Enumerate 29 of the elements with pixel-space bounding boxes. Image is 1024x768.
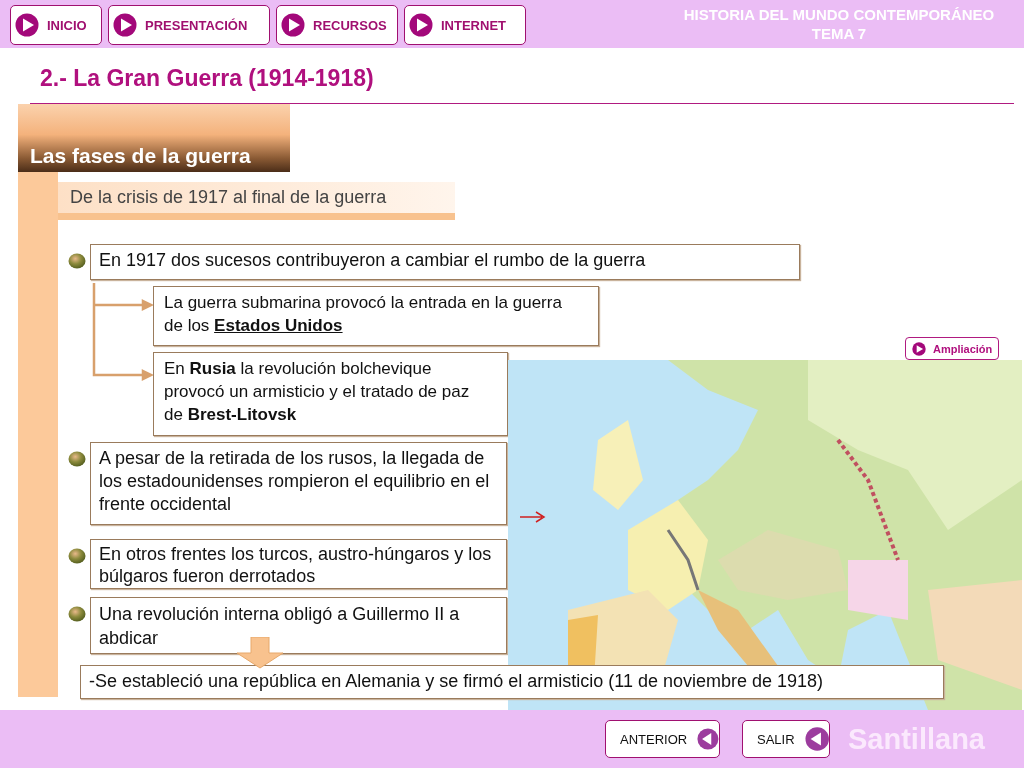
footer-button[interactable]: ANTERIOR	[605, 720, 720, 758]
course-title: HISTORIA DEL MUNDO CONTEMPORÁNEO	[682, 5, 996, 24]
point-text: A pesar de la retirada de los rusos, la llegada de los estadounidenses rompieron el equilibrio en el frente occidental	[90, 442, 507, 525]
play-icon	[281, 13, 305, 37]
subpoint-text: La guerra submarina provocó la entrada en la guerra de los Estados Unidos	[153, 286, 599, 346]
point-text: En otros frentes los turcos, austro-húngaros y los búlgaros fueron derrotados	[90, 539, 507, 589]
play-icon	[113, 13, 137, 37]
subsection-title: De la crisis de 1917 al final de la guerra	[58, 182, 455, 220]
point-text: Una revolución interna obligó a Guillermo II a abdicar	[90, 597, 507, 654]
more-info-button[interactable]: Ampliación	[905, 337, 1000, 360]
nav-button[interactable]: INTERNET	[404, 5, 526, 45]
play-icon	[409, 13, 433, 37]
point-text: En 1917 dos sucesos contribuyeron a cambiar el rumbo de la guerra	[90, 244, 800, 280]
conclusion-text: -Se estableció una república en Alemania y se firmó el armisticio (11 de noviembre de 1918)	[80, 665, 944, 699]
bullet-icon	[68, 605, 86, 623]
nav-button[interactable]: RECURSOS	[276, 5, 398, 45]
play-icon	[15, 13, 39, 37]
subpoint-text: En Rusia la revolución bolchevique provocó un armisticio y el tratado de paz de Brest-Litovsk	[153, 352, 508, 436]
bullet-icon	[68, 450, 86, 468]
nav-button[interactable]: PRESENTACIÓN	[108, 5, 270, 45]
nav-button[interactable]: INICIO	[10, 5, 102, 45]
footer-button[interactable]: SALIR	[742, 720, 830, 758]
section-title: Las fases de la guerra	[29, 144, 251, 169]
bullet-icon	[68, 252, 86, 270]
down-arrow-icon	[235, 637, 285, 669]
play-icon	[909, 341, 929, 356]
unit-title: TEMA 7	[810, 24, 868, 43]
slide-title: 2.- La Gran Guerra (1914-1918)	[40, 65, 374, 92]
bullet-icon	[68, 547, 86, 565]
